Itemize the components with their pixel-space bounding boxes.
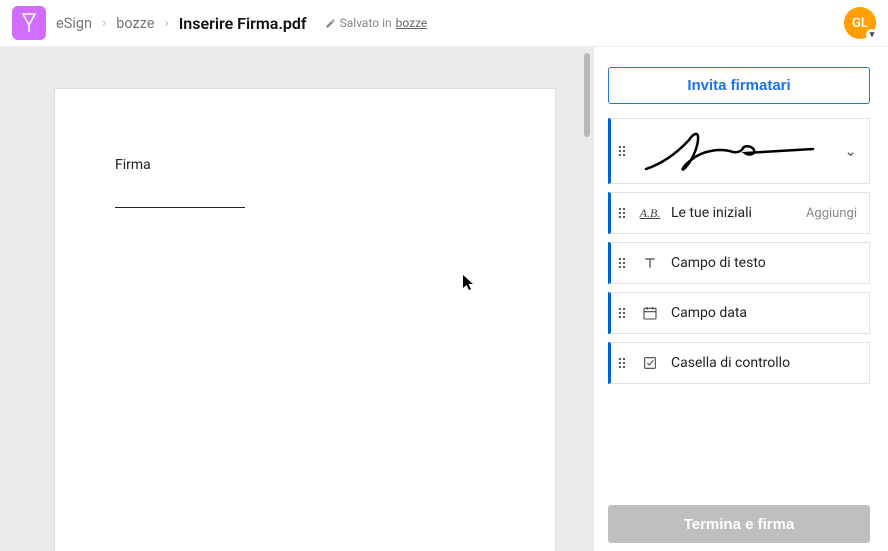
tool-initials[interactable]: A.B. Le tue iniziali Aggiungi	[608, 192, 870, 234]
tool-label: Campo data	[671, 305, 857, 321]
signature-field-label: Firma	[115, 157, 151, 173]
drag-handle-icon[interactable]	[619, 358, 629, 368]
initials-icon: A.B.	[641, 204, 659, 222]
pencil-icon	[325, 18, 336, 29]
main: Firma Invita firmatari ⌄ A.B. Le tue ini…	[0, 47, 888, 551]
checkbox-icon	[641, 354, 659, 372]
drag-handle-icon[interactable]	[619, 146, 629, 156]
tool-label: Casella di controllo	[671, 355, 857, 371]
tool-label: Le tue iniziali	[671, 205, 806, 221]
calendar-icon	[641, 304, 659, 322]
signature-preview	[641, 126, 836, 176]
esign-app-icon[interactable]	[12, 6, 46, 40]
saved-location-link[interactable]: bozze	[396, 16, 428, 30]
tool-text-field[interactable]: Campo di testo	[608, 242, 870, 284]
saved-status: Salvato in bozze	[325, 16, 428, 30]
header: eSign › bozze › Inserire Firma.pdf Salva…	[0, 0, 888, 47]
invite-signers-button[interactable]: Invita firmatari	[608, 67, 870, 104]
scrollbar-thumb[interactable]	[584, 53, 590, 137]
finish-and-sign-button[interactable]: Termina e firma	[608, 505, 870, 543]
tool-date-field[interactable]: Campo data	[608, 292, 870, 334]
breadcrumb-file: Inserire Firma.pdf	[179, 14, 307, 33]
drag-handle-icon[interactable]	[619, 258, 629, 268]
breadcrumb-app[interactable]: eSign	[56, 15, 92, 32]
chevron-down-icon[interactable]: ⌄	[844, 142, 857, 160]
drag-handle-icon[interactable]	[619, 208, 629, 218]
saved-prefix: Salvato in	[340, 16, 392, 30]
chevron-right-icon: ›	[102, 15, 106, 31]
breadcrumb-folder[interactable]: bozze	[116, 15, 154, 32]
document-canvas[interactable]: Firma	[0, 47, 594, 551]
signature-line[interactable]	[115, 207, 245, 208]
drag-handle-icon[interactable]	[619, 308, 629, 318]
text-field-icon	[641, 254, 659, 272]
tool-signature[interactable]: ⌄	[608, 118, 870, 184]
sidebar: Invita firmatari ⌄ A.B. Le tue iniziali …	[594, 47, 888, 551]
avatar[interactable]: GL	[844, 7, 876, 39]
add-initials-link[interactable]: Aggiungi	[806, 206, 857, 221]
tool-label: Campo di testo	[671, 255, 857, 271]
chevron-right-icon: ›	[164, 15, 168, 31]
document-page[interactable]: Firma	[55, 89, 555, 551]
tool-checkbox[interactable]: Casella di controllo	[608, 342, 870, 384]
